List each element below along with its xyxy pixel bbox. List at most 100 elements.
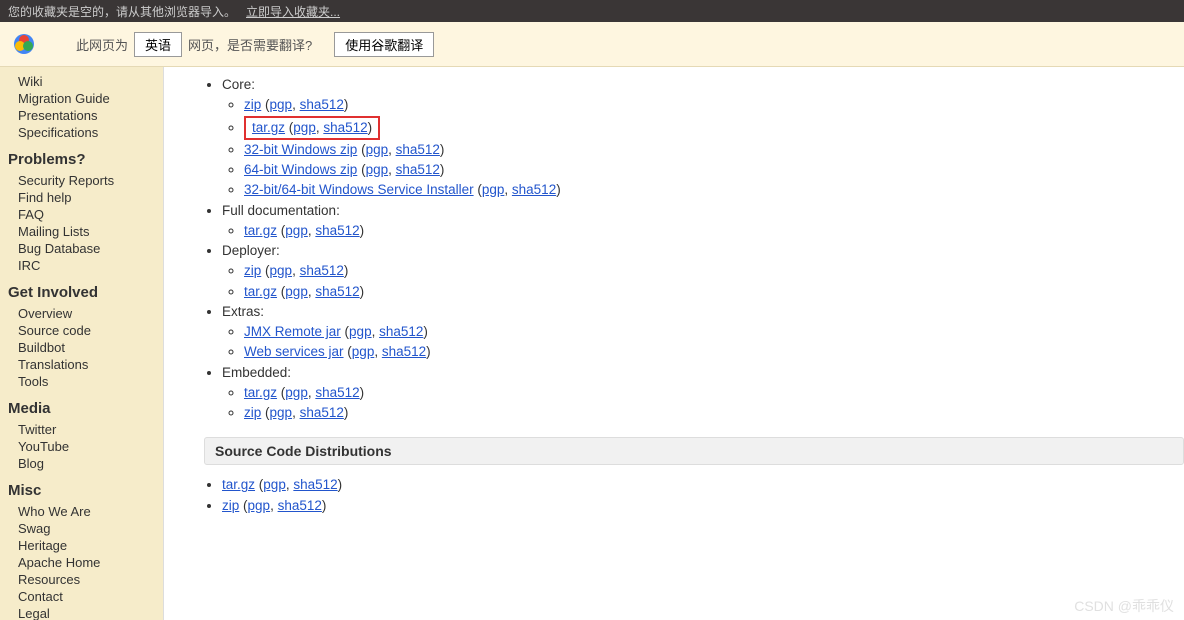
download-link-targz[interactable]: tar.gz (244, 385, 277, 400)
sidebar-item-buildbot[interactable]: Buildbot (8, 339, 155, 356)
download-link-win32[interactable]: 32-bit Windows zip (244, 142, 357, 157)
deployer-label: Deployer: (222, 243, 280, 258)
pgp-link[interactable]: pgp (285, 284, 308, 299)
sidebar-heading-media: Media (8, 400, 155, 417)
list-item: 32-bit/64-bit Windows Service Installer … (244, 180, 1184, 200)
list-item: tar.gz (pgp, sha512) (222, 475, 1184, 495)
pgp-link[interactable]: pgp (366, 142, 389, 157)
sidebar-item-presentations[interactable]: Presentations (8, 107, 155, 124)
sidebar-item-security[interactable]: Security Reports (8, 172, 155, 189)
translate-text-post: 网页，是否需要翻译? (188, 35, 312, 54)
sidebar-item-swag[interactable]: Swag (8, 520, 155, 537)
sha512-link[interactable]: sha512 (396, 142, 440, 157)
sidebar-item-resources[interactable]: Resources (8, 571, 155, 588)
sidebar-item-bugdb[interactable]: Bug Database (8, 240, 155, 257)
source-code-header: Source Code Distributions (204, 437, 1184, 465)
sha512-link[interactable]: sha512 (323, 120, 367, 135)
sidebar-heading-involved: Get Involved (8, 284, 155, 301)
sidebar-item-migration[interactable]: Migration Guide (8, 90, 155, 107)
download-link-targz[interactable]: tar.gz (244, 284, 277, 299)
pgp-link[interactable]: pgp (349, 324, 372, 339)
bookmark-msg: 您的收藏夹是空的，请从其他浏览器导入。 (8, 3, 236, 20)
sidebar-item-tools[interactable]: Tools (8, 373, 155, 390)
sidebar-item-faq[interactable]: FAQ (8, 206, 155, 223)
fulldoc-label: Full documentation: (222, 203, 340, 218)
pgp-link[interactable]: pgp (285, 223, 308, 238)
sidebar-item-specifications[interactable]: Specifications (8, 124, 155, 141)
use-google-translate-button[interactable]: 使用谷歌翻译 (334, 32, 434, 57)
content-area: Core: zip (pgp, sha512) tar.gz (pgp, sha… (164, 67, 1184, 620)
sha512-link[interactable]: sha512 (315, 284, 359, 299)
download-link-targz[interactable]: tar.gz (244, 223, 277, 238)
browser-bookmark-bar: 您的收藏夹是空的，请从其他浏览器导入。 立即导入收藏夹... (0, 0, 1184, 22)
sha512-link[interactable]: sha512 (300, 405, 344, 420)
translate-bar: 此网页为 英语 网页，是否需要翻译? 使用谷歌翻译 (0, 22, 1184, 67)
sidebar-item-twitter[interactable]: Twitter (8, 421, 155, 438)
sha512-link[interactable]: sha512 (396, 162, 440, 177)
list-item: Web services jar (pgp, sha512) (244, 342, 1184, 362)
group-extras: Extras: JMX Remote jar (pgp, sha512) Web… (222, 302, 1184, 363)
sha512-link[interactable]: sha512 (315, 385, 359, 400)
sha512-link[interactable]: sha512 (512, 182, 556, 197)
group-deployer: Deployer: zip (pgp, sha512) tar.gz (pgp,… (222, 241, 1184, 302)
sidebar-item-heritage[interactable]: Heritage (8, 537, 155, 554)
sidebar: Wiki Migration Guide Presentations Speci… (0, 67, 164, 620)
pgp-link[interactable]: pgp (270, 405, 293, 420)
sidebar-item-blog[interactable]: Blog (8, 455, 155, 472)
pgp-link[interactable]: pgp (293, 120, 316, 135)
watermark: CSDN @乖乖仪 (1074, 596, 1174, 616)
sidebar-item-who[interactable]: Who We Are (8, 503, 155, 520)
list-item: zip (pgp, sha512) (222, 496, 1184, 516)
sidebar-item-irc[interactable]: IRC (8, 257, 155, 274)
sha512-link[interactable]: sha512 (315, 223, 359, 238)
list-item: zip (pgp, sha512) (244, 261, 1184, 281)
group-core: Core: zip (pgp, sha512) tar.gz (pgp, sha… (222, 75, 1184, 201)
sidebar-item-translations[interactable]: Translations (8, 356, 155, 373)
list-item: tar.gz (pgp, sha512) (244, 282, 1184, 302)
sidebar-heading-problems: Problems? (8, 151, 155, 168)
download-link-win64[interactable]: 64-bit Windows zip (244, 162, 357, 177)
list-item: 32-bit Windows zip (pgp, sha512) (244, 140, 1184, 160)
language-button[interactable]: 英语 (134, 32, 182, 57)
list-item: zip (pgp, sha512) (244, 403, 1184, 423)
sidebar-item-contact[interactable]: Contact (8, 588, 155, 605)
download-link-zip[interactable]: zip (244, 263, 261, 278)
sidebar-item-overview[interactable]: Overview (8, 305, 155, 322)
sha512-link[interactable]: sha512 (382, 344, 426, 359)
pgp-link[interactable]: pgp (285, 385, 308, 400)
sidebar-item-apachehome[interactable]: Apache Home (8, 554, 155, 571)
embedded-label: Embedded: (222, 365, 291, 380)
pgp-link[interactable]: pgp (352, 344, 375, 359)
import-bookmarks-link[interactable]: 立即导入收藏夹... (246, 3, 340, 20)
sha512-link[interactable]: sha512 (379, 324, 423, 339)
pgp-link[interactable]: pgp (482, 182, 505, 197)
pgp-link[interactable]: pgp (366, 162, 389, 177)
download-link-zip[interactable]: zip (244, 405, 261, 420)
download-link-jmx[interactable]: JMX Remote jar (244, 324, 341, 339)
download-link-targz[interactable]: tar.gz (252, 120, 285, 135)
sidebar-item-findhelp[interactable]: Find help (8, 189, 155, 206)
sha512-link[interactable]: sha512 (278, 498, 322, 513)
pgp-link[interactable]: pgp (270, 97, 293, 112)
browser-logo-icon (12, 32, 36, 56)
sha512-link[interactable]: sha512 (300, 263, 344, 278)
sidebar-item-youtube[interactable]: YouTube (8, 438, 155, 455)
sidebar-item-mailing[interactable]: Mailing Lists (8, 223, 155, 240)
sidebar-item-wiki[interactable]: Wiki (8, 73, 155, 90)
download-link-installer[interactable]: 32-bit/64-bit Windows Service Installer (244, 182, 474, 197)
download-link-targz[interactable]: tar.gz (222, 477, 255, 492)
sha512-link[interactable]: sha512 (300, 97, 344, 112)
list-item: tar.gz (pgp, sha512) (244, 221, 1184, 241)
sha512-link[interactable]: sha512 (293, 477, 337, 492)
pgp-link[interactable]: pgp (248, 498, 271, 513)
download-link-zip[interactable]: zip (244, 97, 261, 112)
pgp-link[interactable]: pgp (263, 477, 286, 492)
group-embedded: Embedded: tar.gz (pgp, sha512) zip (pgp,… (222, 363, 1184, 424)
pgp-link[interactable]: pgp (270, 263, 293, 278)
download-link-zip[interactable]: zip (222, 498, 239, 513)
list-item: zip (pgp, sha512) (244, 95, 1184, 115)
sidebar-item-legal[interactable]: Legal (8, 605, 155, 620)
download-link-webservices[interactable]: Web services jar (244, 344, 344, 359)
sidebar-item-source[interactable]: Source code (8, 322, 155, 339)
list-item: tar.gz (pgp, sha512) (244, 383, 1184, 403)
